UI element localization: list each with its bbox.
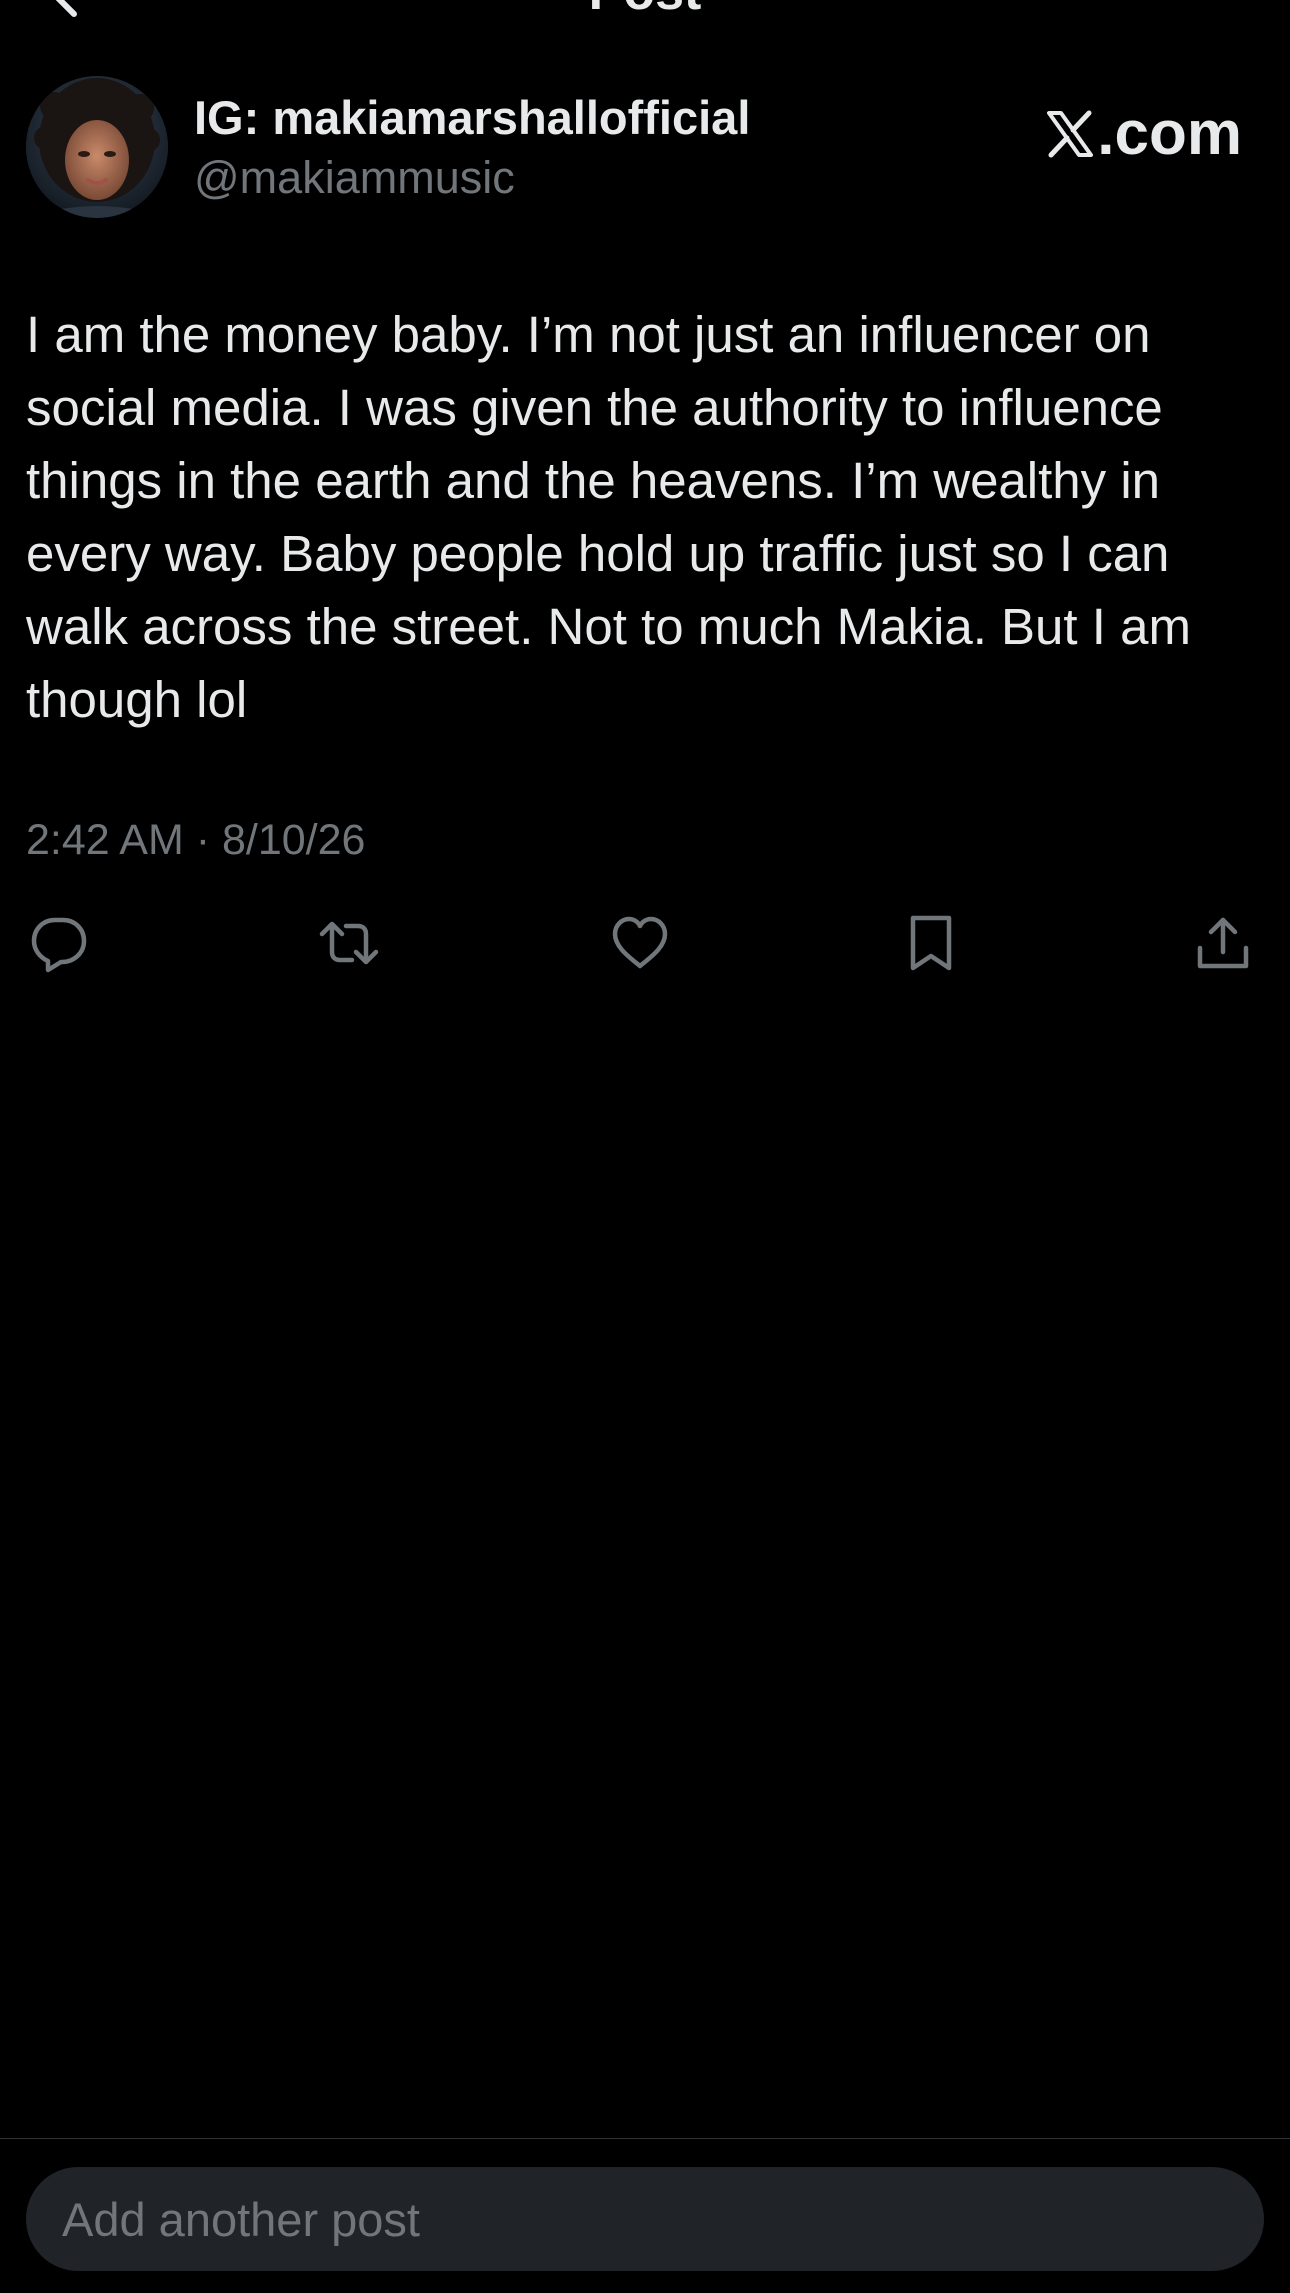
x-com-watermark: .com	[1045, 102, 1242, 166]
reply-composer-bar	[0, 2138, 1290, 2293]
watermark-text: .com	[1097, 99, 1242, 168]
post-action-bar	[0, 912, 1290, 978]
like-button[interactable]	[607, 912, 673, 978]
x-logo-icon	[1045, 109, 1095, 159]
avatar[interactable]	[26, 76, 168, 218]
heart-icon	[609, 912, 671, 979]
top-nav-bar: Post	[0, 0, 1290, 30]
author-handle[interactable]: @makiammusic	[194, 152, 515, 204]
post-timestamp[interactable]: 2:42 AM · 8/10/26	[26, 816, 365, 865]
post-header: IG: makiamarshallofficial @makiammusic .…	[26, 76, 1266, 222]
add-post-input[interactable]	[26, 2167, 1264, 2271]
reply-button[interactable]	[26, 912, 92, 978]
page-title: Post	[0, 0, 1290, 22]
repost-button[interactable]	[316, 912, 382, 978]
author-display-name[interactable]: IG: makiamarshallofficial	[194, 90, 750, 145]
bookmark-icon	[900, 912, 962, 979]
bookmark-button[interactable]	[898, 912, 964, 978]
share-icon	[1192, 912, 1254, 979]
post-body-text: I am the money baby. I’m not just an inf…	[26, 306, 1191, 728]
share-button[interactable]	[1190, 912, 1256, 978]
repost-icon	[318, 912, 380, 979]
reply-icon	[28, 912, 90, 979]
